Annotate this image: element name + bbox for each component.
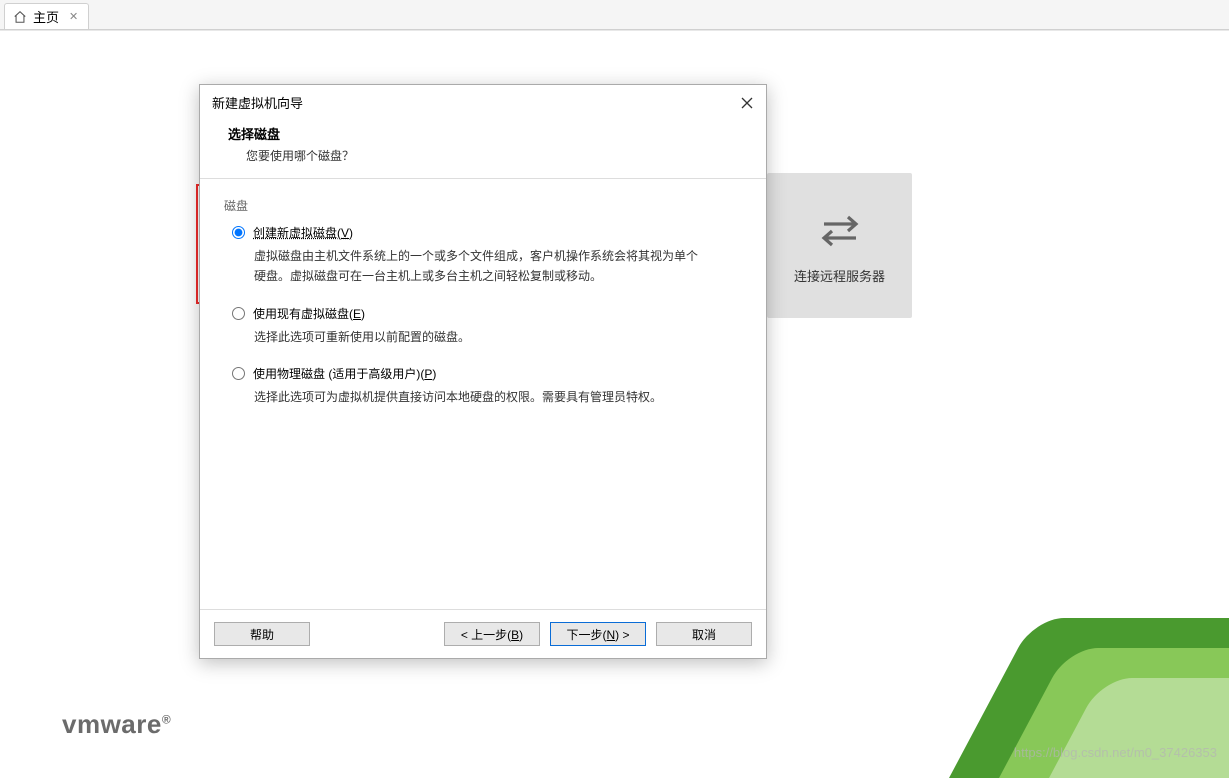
cancel-button[interactable]: 取消 <box>656 622 752 646</box>
new-vm-wizard-dialog: 新建虚拟机向导 选择磁盘 您要使用哪个磁盘？ 磁盘 创建新虚拟磁盘(V) 虚拟磁… <box>199 84 767 659</box>
dialog-heading: 选择磁盘 您要使用哪个磁盘？ <box>200 120 766 179</box>
section-title: 选择磁盘 <box>228 124 738 143</box>
footer-decoration <box>909 608 1229 768</box>
dialog-titlebar: 新建虚拟机向导 <box>200 85 766 120</box>
radio-input[interactable] <box>232 226 245 239</box>
option-description: 选择此选项可重新使用以前配置的磁盘。 <box>254 328 702 348</box>
help-button[interactable]: 帮助 <box>214 622 310 646</box>
back-button[interactable]: < 上一步(B) <box>444 622 540 646</box>
radio-use-physical-disk[interactable]: 使用物理磁盘 (适用于高级用户)(P) <box>232 365 742 382</box>
next-button[interactable]: 下一步(N) > <box>550 622 646 646</box>
vmware-logo: vmware® <box>62 709 171 740</box>
tab-bar: 主页 ✕ <box>0 0 1229 30</box>
remote-tile-label: 连接远程服务器 <box>794 266 885 285</box>
disk-group: 磁盘 创建新虚拟磁盘(V) 虚拟磁盘由主机文件系统上的一个或多个文件组成，客户机… <box>224 197 742 408</box>
close-icon[interactable] <box>738 94 756 112</box>
dialog-body: 磁盘 创建新虚拟磁盘(V) 虚拟磁盘由主机文件系统上的一个或多个文件组成，客户机… <box>200 179 766 609</box>
dialog-footer: 帮助 < 上一步(B) 下一步(N) > 取消 <box>200 609 766 658</box>
radio-label: 使用物理磁盘 (适用于高级用户)(P) <box>253 365 436 382</box>
tab-home-label: 主页 <box>33 7 59 26</box>
tab-home[interactable]: 主页 ✕ <box>4 3 89 29</box>
dialog-title: 新建虚拟机向导 <box>212 93 303 112</box>
option-description: 虚拟磁盘由主机文件系统上的一个或多个文件组成，客户机操作系统会将其视为单个硬盘。… <box>254 247 702 287</box>
close-icon[interactable]: ✕ <box>69 10 78 23</box>
section-subtitle: 您要使用哪个磁盘？ <box>228 147 738 164</box>
watermark: https://blog.csdn.net/m0_37426353 <box>1014 745 1217 760</box>
radio-input[interactable] <box>232 307 245 320</box>
transfer-icon <box>816 206 864 254</box>
radio-create-new-disk[interactable]: 创建新虚拟磁盘(V) <box>232 224 742 241</box>
remote-server-tile[interactable]: 连接远程服务器 <box>767 173 912 318</box>
radio-use-existing-disk[interactable]: 使用现有虚拟磁盘(E) <box>232 305 742 322</box>
radio-label: 使用现有虚拟磁盘(E) <box>253 305 365 322</box>
option-description: 选择此选项可为虚拟机提供直接访问本地硬盘的权限。需要具有管理员特权。 <box>254 388 702 408</box>
radio-label: 创建新虚拟磁盘(V) <box>253 224 353 241</box>
content-area: 连接远程服务器 vmware® https://blog.csdn.net/m0… <box>0 30 1229 768</box>
group-label: 磁盘 <box>224 197 742 214</box>
home-icon <box>13 10 27 24</box>
radio-input[interactable] <box>232 367 245 380</box>
